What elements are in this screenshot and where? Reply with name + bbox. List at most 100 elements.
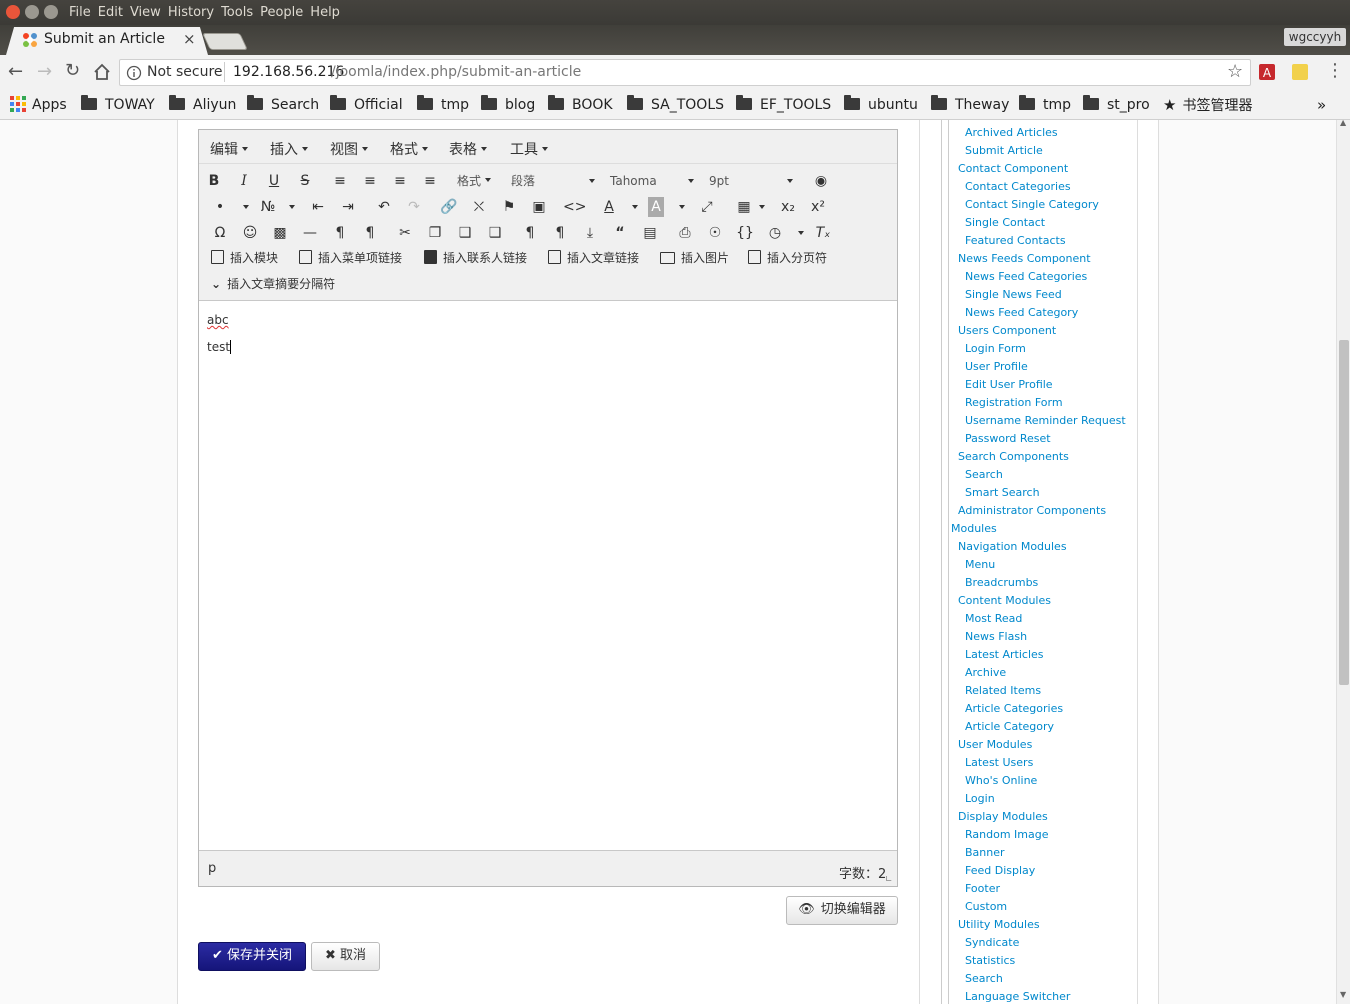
sidebar-link[interactable]: News Feed Category: [965, 306, 1078, 319]
editor-menu-table[interactable]: 表格: [449, 139, 487, 159]
save-close-button[interactable]: ✔ 保存并关闭: [198, 942, 306, 971]
bookmark-star-icon[interactable]: ☆: [1227, 61, 1243, 82]
editor-menu-edit[interactable]: 编辑: [210, 139, 248, 159]
sidebar-link[interactable]: Username Reminder Request: [965, 414, 1126, 427]
more-bookmarks-icon[interactable]: »: [1317, 94, 1326, 116]
close-window-icon[interactable]: [6, 5, 20, 19]
visual-chars-icon[interactable]: ¶: [549, 223, 571, 243]
datetime-dropdown-icon[interactable]: [798, 231, 804, 235]
bullet-list-icon[interactable]: •: [209, 197, 231, 217]
sidebar-link[interactable]: Statistics: [965, 954, 1015, 967]
bookmark-folder[interactable]: BOOK: [548, 94, 613, 116]
horizontal-rule-icon[interactable]: —: [299, 223, 321, 243]
menu-tools[interactable]: Tools: [221, 5, 253, 20]
extension-dict-icon[interactable]: [1290, 62, 1310, 82]
sidebar-link[interactable]: Latest Users: [965, 756, 1033, 769]
background-color-icon[interactable]: A: [648, 197, 664, 217]
numbered-list-icon[interactable]: №: [257, 197, 279, 217]
template-icon[interactable]: ▤: [639, 223, 661, 243]
font-size-dropdown[interactable]: 9pt: [709, 171, 793, 191]
sidebar-link[interactable]: Breadcrumbs: [965, 576, 1038, 589]
vertical-scrollbar[interactable]: ▲ ▼: [1336, 120, 1350, 1004]
font-family-dropdown[interactable]: Tahoma: [610, 171, 694, 191]
sidebar-link[interactable]: Random Image: [965, 828, 1049, 841]
media-icon[interactable]: ▩: [269, 223, 291, 243]
sidebar-link[interactable]: News Feed Categories: [965, 270, 1087, 283]
sidebar-link[interactable]: Archive: [965, 666, 1006, 679]
bookmark-folder[interactable]: Aliyun: [169, 94, 236, 116]
sidebar-link[interactable]: News Flash: [965, 630, 1027, 643]
sidebar-link[interactable]: Related Items: [965, 684, 1041, 697]
redo-icon[interactable]: ↷: [403, 197, 425, 217]
subscript-icon[interactable]: x₂: [777, 197, 799, 217]
insert-image-button[interactable]: 插入图片: [660, 248, 729, 268]
maximize-window-icon[interactable]: [44, 5, 58, 19]
editor-menu-format[interactable]: 格式: [390, 139, 428, 159]
sidebar-link[interactable]: Login Form: [965, 342, 1026, 355]
editor-content-area[interactable]: abc test: [199, 300, 897, 851]
sidebar-link[interactable]: Most Read: [965, 612, 1022, 625]
insert-module-button[interactable]: 插入模块: [211, 248, 278, 268]
sidebar-link[interactable]: Contact Single Category: [965, 198, 1099, 211]
sidebar-link[interactable]: Login: [965, 792, 995, 805]
align-left-icon[interactable]: ≡: [329, 171, 351, 191]
sidebar-link[interactable]: Contact Component: [958, 162, 1068, 175]
insert-readmore-button[interactable]: ⌄ 插入文章摘要分隔符: [211, 274, 335, 294]
special-char-icon[interactable]: Ω: [209, 223, 231, 243]
table-icon[interactable]: ▦: [733, 197, 755, 217]
sidebar-link[interactable]: Syndicate: [965, 936, 1019, 949]
sidebar-link[interactable]: Administrator Components: [958, 504, 1106, 517]
cut-icon[interactable]: ✂: [394, 223, 416, 243]
insert-datetime-icon[interactable]: ◷: [764, 223, 786, 243]
sidebar-link[interactable]: Navigation Modules: [958, 540, 1067, 553]
bookmark-folder[interactable]: SA_TOOLS: [627, 94, 724, 116]
align-right-icon[interactable]: ≡: [389, 171, 411, 191]
reload-icon[interactable]: ↻: [65, 60, 80, 81]
bookmark-folder[interactable]: tmp: [417, 94, 469, 116]
scrollbar-thumb[interactable]: [1339, 340, 1349, 685]
sidebar-link[interactable]: Utility Modules: [958, 918, 1040, 931]
table-dropdown-icon[interactable]: [759, 205, 765, 209]
emoticons-icon[interactable]: ☺: [239, 223, 261, 243]
sidebar-link[interactable]: Search Components: [958, 450, 1069, 463]
element-path[interactable]: p: [208, 861, 216, 876]
menu-help[interactable]: Help: [310, 5, 340, 20]
sidebar-link[interactable]: Who's Online: [965, 774, 1037, 787]
sidebar-link[interactable]: Featured Contacts: [965, 234, 1066, 247]
sidebar-link[interactable]: Users Component: [958, 324, 1056, 337]
minimize-window-icon[interactable]: [25, 5, 39, 19]
bookmark-folder[interactable]: st_pro: [1083, 94, 1150, 116]
menu-file[interactable]: File: [69, 5, 91, 20]
extension-a-icon[interactable]: A: [1257, 62, 1277, 82]
preview-icon[interactable]: ☉: [704, 223, 726, 243]
sidebar-link[interactable]: Content Modules: [958, 594, 1051, 607]
sidebar-link[interactable]: User Profile: [965, 360, 1028, 373]
blockquote-icon[interactable]: “: [609, 223, 631, 243]
paste-icon[interactable]: ❑: [454, 223, 476, 243]
menu-view[interactable]: View: [130, 5, 161, 20]
fullscreen-icon[interactable]: ⤢: [696, 197, 718, 217]
address-bar[interactable]: Not secure 192.168.56.216 /joomla/index.…: [119, 59, 1251, 86]
text-color-icon[interactable]: A: [598, 197, 620, 217]
indent-icon[interactable]: ⇥: [337, 197, 359, 217]
sidebar-link[interactable]: Contact Categories: [965, 180, 1071, 193]
bookmark-folder[interactable]: TOWAY: [81, 94, 155, 116]
italic-icon[interactable]: I: [233, 171, 255, 191]
bookmark-manager[interactable]: ★ 书签管理器: [1163, 94, 1252, 117]
code-icon[interactable]: <>: [563, 197, 586, 217]
scroll-up-icon[interactable]: ▲: [1340, 120, 1346, 127]
sidebar-link[interactable]: Password Reset: [965, 432, 1051, 445]
browser-menu-icon[interactable]: ⋮: [1326, 60, 1344, 81]
sidebar-link[interactable]: Language Switcher: [965, 990, 1070, 1003]
align-justify-icon[interactable]: ≡: [419, 171, 441, 191]
paste-text-icon[interactable]: ❑: [484, 223, 506, 243]
sidebar-link[interactable]: Modules: [951, 522, 997, 535]
sidebar-link[interactable]: Menu: [965, 558, 995, 571]
sidebar-link[interactable]: Latest Articles: [965, 648, 1044, 661]
find-replace-icon[interactable]: ◉: [810, 171, 832, 191]
insert-contact-link-button[interactable]: 插入联系人链接: [424, 248, 527, 268]
strikethrough-icon[interactable]: S: [294, 171, 316, 191]
anchor-icon[interactable]: ⚑: [498, 197, 520, 217]
code-sample-icon[interactable]: {}: [734, 223, 756, 243]
sidebar-link[interactable]: Smart Search: [965, 486, 1040, 499]
